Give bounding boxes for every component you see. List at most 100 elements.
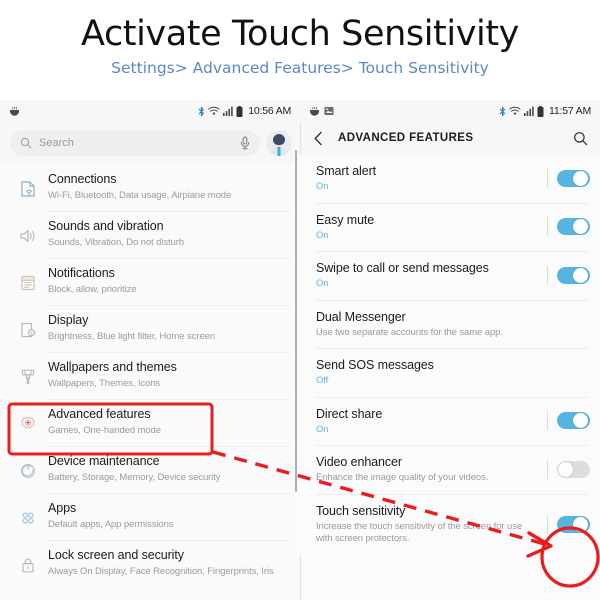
user-avatar[interactable] [266, 130, 292, 156]
sidebar-item-text: Wallpapers and themes Wallpapers, Themes… [46, 360, 288, 390]
toggle-area [537, 168, 590, 188]
setting-text: Swipe to call or send messages On [316, 260, 537, 291]
toggle-switch[interactable] [557, 515, 590, 533]
sidebar-item-text: Apps Default apps, App permissions [46, 501, 288, 531]
setting-title: Smart alert [316, 164, 377, 178]
wifi-icon [509, 106, 521, 116]
toggle-knob [558, 461, 573, 477]
setting-title: Easy mute [316, 212, 375, 227]
toggle-placeholder [548, 315, 590, 332]
sidebar-item-title: Apps [48, 501, 77, 515]
setting-state: On [316, 229, 329, 241]
setting-description: Use two separate accounts for the same a… [316, 326, 503, 338]
toggle-area [537, 411, 590, 431]
sidebar-item-sub: Block, allow, prioritize [48, 284, 137, 295]
toggle-switch[interactable] [557, 169, 590, 187]
avatar-hair [273, 134, 285, 145]
battery-icon [236, 105, 243, 117]
setting-text: Smart alert On [316, 163, 537, 194]
sidebar-item-text: Notifications Block, allow, prioritize [46, 266, 288, 296]
setting-title: Send SOS messages [316, 358, 434, 372]
setting-text: Touch sensitivity Increase the touch sen… [316, 503, 537, 546]
setting-description: Increase the touch sensitivity of the sc… [316, 520, 523, 545]
right-status-right-icons: 11:57 AM [499, 105, 591, 117]
sidebar-item-sub: Battery, Storage, Memory, Device securit… [48, 472, 221, 483]
page-title: Activate Touch Sensitivity [81, 14, 519, 54]
notifications-icon [10, 269, 46, 297]
toggle-switch[interactable] [557, 218, 590, 236]
header: Activate Touch Sensitivity Settings> Adv… [0, 0, 600, 100]
wallpaper-brush-icon [10, 363, 46, 391]
sidebar-item-sub: Always On Display, Face Recognition, Fin… [48, 566, 274, 577]
sidebar-item-sub: Sounds, Vibration, Do not disturb [48, 237, 184, 248]
sidebar-item-notifications[interactable]: Notifications Block, allow, prioritize [0, 258, 300, 305]
setting-row-dual-messenger[interactable]: Dual Messenger Use two separate accounts… [300, 299, 600, 348]
sidebar-item-sub: Default apps, App permissions [48, 519, 174, 530]
sidebar-item-title: Lock screen and security [48, 548, 184, 562]
left-phone-screen: 10:56 AM Search Connections Wi-Fi, Bluet… [0, 100, 300, 600]
settings-search-row: Search [0, 122, 300, 164]
setting-row-video-enhancer[interactable]: Video enhancer Enhance the image quality… [300, 445, 600, 494]
sidebar-item-text: Display Brightness, Blue light filter, H… [46, 313, 288, 343]
toggle-switch[interactable] [557, 412, 590, 430]
toggle-switch[interactable] [557, 266, 590, 284]
sidebar-item-title: Connections [48, 172, 117, 186]
sidebar-item-title: Sounds and vibration [48, 219, 164, 233]
setting-title: Dual Messenger [316, 309, 406, 324]
settings-list: Connections Wi-Fi, Bluetooth, Data usage… [0, 164, 300, 587]
app-icon [309, 106, 320, 116]
phone-screenshots: 10:56 AM Search Connections Wi-Fi, Bluet… [0, 100, 600, 600]
sidebar-item-device-maintenance[interactable]: Device maintenance Battery, Storage, Mem… [0, 446, 300, 493]
advanced-features-list: Smart alert On Easy mute On Swipe to cal… [300, 154, 600, 555]
setting-text: Direct share On [316, 406, 537, 437]
microphone-icon[interactable] [240, 136, 250, 150]
sidebar-item-lock-screen-and-security[interactable]: Lock screen and security Always On Displ… [0, 540, 300, 587]
avatar-tie [277, 147, 281, 156]
toggle-knob [573, 219, 588, 235]
left-scrollbar[interactable] [295, 150, 297, 492]
setting-row-swipe-to-call-or-send-messages[interactable]: Swipe to call or send messages On [300, 251, 600, 300]
setting-row-smart-alert[interactable]: Smart alert On [300, 154, 600, 203]
setting-row-touch-sensitivity[interactable]: Touch sensitivity Increase the touch sen… [300, 493, 600, 555]
toggle-knob [573, 267, 588, 283]
setting-text: Dual Messenger Use two separate accounts… [316, 309, 548, 340]
wifi-icon [208, 106, 220, 116]
toggle-divider [547, 168, 548, 188]
sidebar-item-connections[interactable]: Connections Wi-Fi, Bluetooth, Data usage… [0, 164, 300, 211]
bluetooth-icon [198, 106, 205, 117]
setting-title: Touch sensitivity [316, 503, 406, 518]
sidebar-item-sub: Wallpapers, Themes, Icons [48, 378, 161, 389]
gallery-icon [324, 106, 334, 116]
right-status-bar: 11:57 AM [300, 100, 600, 122]
left-status-right-icons: 10:56 AM [198, 105, 291, 117]
sidebar-item-title: Notifications [48, 266, 115, 280]
sidebar-item-sub: Brightness, Blue light filter, Home scre… [48, 331, 215, 342]
sidebar-item-display[interactable]: Display Brightness, Blue light filter, H… [0, 305, 300, 352]
sidebar-item-wallpapers-and-themes[interactable]: Wallpapers and themes Wallpapers, Themes… [0, 352, 300, 399]
setting-state: On [316, 181, 329, 192]
setting-row-direct-share[interactable]: Direct share On [300, 396, 600, 445]
setting-title: Swipe to call or send messages [316, 261, 489, 275]
sidebar-item-advanced-features[interactable]: Advanced features Games, One-handed mode [0, 399, 300, 446]
app-bar-title: ADVANCED FEATURES [338, 132, 474, 144]
setting-text: Send SOS messages Off [316, 357, 548, 388]
sidebar-item-sounds-and-vibration[interactable]: Sounds and vibration Sounds, Vibration, … [0, 211, 300, 258]
chevron-left-icon[interactable] [310, 130, 326, 146]
sidebar-item-sub: Wi-Fi, Bluetooth, Data usage, Airplane m… [48, 190, 232, 201]
setting-row-easy-mute[interactable]: Easy mute On [300, 202, 600, 251]
sidebar-item-apps[interactable]: Apps Default apps, App permissions [0, 493, 300, 540]
advanced-features-icon [10, 410, 46, 438]
signal-icon [223, 106, 233, 116]
setting-state: On [316, 423, 329, 435]
toggle-switch[interactable] [557, 460, 590, 478]
toggle-knob [573, 516, 588, 532]
toggle-divider [547, 217, 548, 237]
toggle-area [537, 514, 590, 534]
setting-row-send-sos-messages[interactable]: Send SOS messages Off [300, 348, 600, 397]
search-icon[interactable] [572, 130, 588, 146]
sidebar-item-text: Lock screen and security Always On Displ… [46, 548, 288, 578]
right-status-time: 11:57 AM [549, 105, 591, 117]
sound-icon [10, 222, 46, 250]
search-input[interactable]: Search [10, 130, 260, 156]
toggle-divider [547, 411, 548, 431]
